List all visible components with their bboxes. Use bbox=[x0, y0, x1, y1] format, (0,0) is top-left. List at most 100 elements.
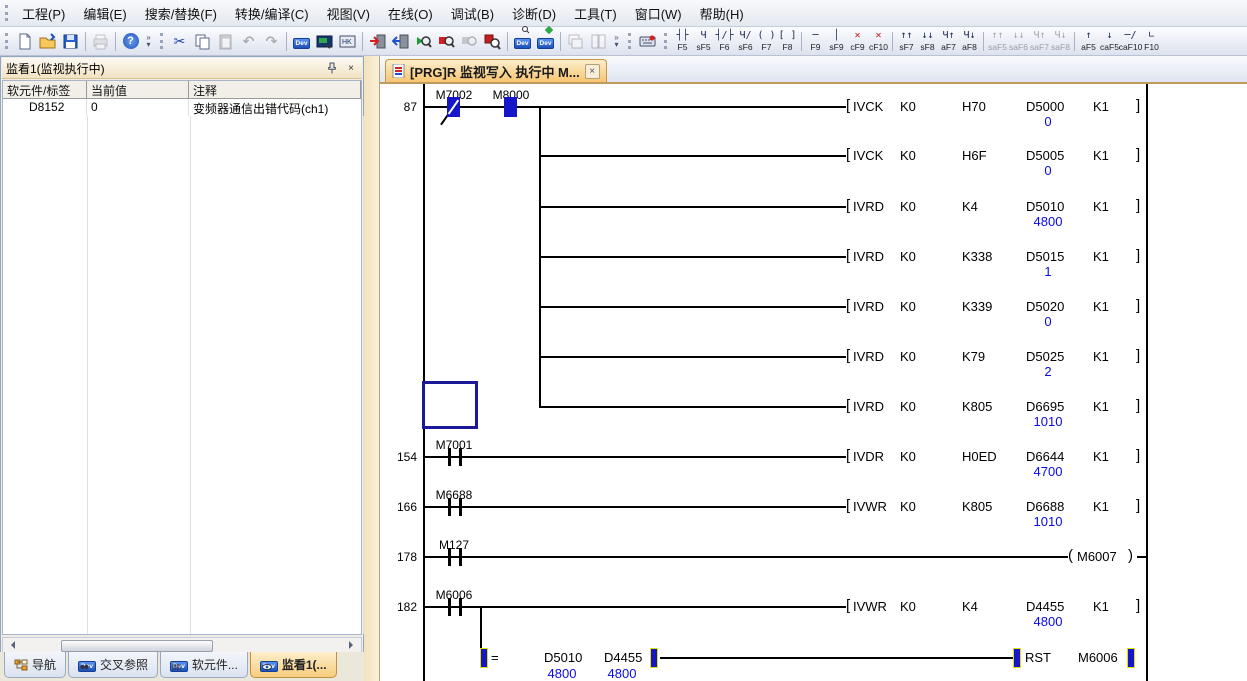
menu-tools[interactable]: 工具(T) bbox=[565, 0, 626, 27]
window-tile-button[interactable] bbox=[587, 30, 610, 53]
fkey-falling-pulse-negated[interactable]: ↓↓saF6 bbox=[1008, 28, 1029, 55]
instruction-op[interactable]: IVRD bbox=[853, 349, 884, 364]
fkey-invert-down[interactable]: ↓caF5 bbox=[1099, 28, 1120, 55]
monitor-test-button[interactable] bbox=[481, 30, 504, 53]
instruction-arg[interactable]: K1 bbox=[1093, 349, 1109, 364]
rst-arg[interactable]: M6006 bbox=[1078, 650, 1118, 665]
contact-no-energized[interactable] bbox=[504, 97, 517, 117]
fkey-horizontal-line[interactable]: ─F9 bbox=[805, 28, 826, 55]
contact-no[interactable] bbox=[459, 598, 462, 616]
instruction-arg[interactable]: D6644 bbox=[1026, 449, 1064, 464]
instruction-arg[interactable]: K0 bbox=[900, 399, 916, 414]
save-button[interactable] bbox=[59, 30, 82, 53]
instruction-arg[interactable]: D5025 bbox=[1026, 349, 1064, 364]
menu-project[interactable]: 工程(P) bbox=[13, 0, 74, 27]
tab-device-batch-monitor[interactable]: Dev 软元件... bbox=[160, 652, 248, 678]
instruction-op[interactable]: IVRD bbox=[853, 399, 884, 414]
instruction-arg[interactable]: K1 bbox=[1093, 199, 1109, 214]
help-button[interactable]: ? bbox=[119, 30, 142, 53]
redo-button[interactable]: ↷ bbox=[260, 30, 283, 53]
tab-navigation[interactable]: 导航 bbox=[4, 652, 66, 678]
compare-arg[interactable]: D5010 bbox=[544, 650, 582, 665]
fkey-coil[interactable]: ( )F7 bbox=[756, 28, 777, 55]
instruction-arg[interactable]: K0 bbox=[900, 148, 916, 163]
instruction-op[interactable]: IVRD bbox=[853, 199, 884, 214]
instruction-op[interactable]: IVWR bbox=[853, 499, 887, 514]
toolbar-grip[interactable] bbox=[5, 33, 8, 49]
copy-button[interactable] bbox=[191, 30, 214, 53]
instruction-arg[interactable]: K1 bbox=[1093, 449, 1109, 464]
instruction-arg[interactable]: K0 bbox=[900, 99, 916, 114]
fkey-invert-result[interactable]: ─/caF10 bbox=[1120, 28, 1141, 55]
instruction-arg[interactable]: K0 bbox=[900, 499, 916, 514]
panel-splitter[interactable] bbox=[364, 56, 380, 681]
scroll-left-button[interactable] bbox=[3, 638, 19, 652]
contact-nc-energized[interactable] bbox=[447, 97, 460, 117]
watch-value-cell[interactable]: 0 bbox=[87, 99, 189, 116]
fkey-delete-vertical-line[interactable]: ✕cF10 bbox=[868, 28, 889, 55]
watch-row[interactable]: D8152 0 变频器通信出错代码(ch1) bbox=[3, 99, 361, 116]
instruction-arg[interactable]: K339 bbox=[962, 299, 992, 314]
fkey-rising-pulse[interactable]: ↑↑sF7 bbox=[896, 28, 917, 55]
instruction-arg[interactable]: D5020 bbox=[1026, 299, 1064, 314]
cut-button[interactable]: ✂ bbox=[168, 30, 191, 53]
contact-no[interactable] bbox=[459, 548, 462, 566]
contact-no[interactable] bbox=[448, 498, 451, 516]
instruction-arg[interactable]: K1 bbox=[1093, 399, 1109, 414]
fkey-closed-contact[interactable]: ┤/├F6 bbox=[714, 28, 735, 55]
instruction-arg[interactable]: K0 bbox=[900, 449, 916, 464]
compare-arg[interactable]: D4455 bbox=[604, 650, 642, 665]
watch-device-cell[interactable]: D8152 bbox=[3, 99, 87, 116]
monitor-pause-button[interactable] bbox=[458, 30, 481, 53]
instruction-arg[interactable]: K4 bbox=[962, 599, 978, 614]
instruction-arg[interactable]: H0ED bbox=[962, 449, 997, 464]
horizontal-scrollbar[interactable] bbox=[2, 637, 362, 653]
undo-button[interactable]: ↶ bbox=[237, 30, 260, 53]
fkey-parallel-falling-pulse[interactable]: Ч↓aF8 bbox=[959, 28, 980, 55]
contact-no[interactable] bbox=[448, 548, 451, 566]
instruction-arg[interactable]: K1 bbox=[1093, 99, 1109, 114]
instruction-op[interactable]: IVDR bbox=[853, 449, 884, 464]
instruction-arg[interactable]: K805 bbox=[962, 499, 992, 514]
window-cascade-button[interactable] bbox=[564, 30, 587, 53]
instruction-arg[interactable]: D6695 bbox=[1026, 399, 1064, 414]
fkey-draw-line[interactable]: ∟F10 bbox=[1141, 28, 1162, 55]
toolbar-grip[interactable] bbox=[628, 33, 631, 49]
instruction-arg[interactable]: K1 bbox=[1093, 299, 1109, 314]
fkey-open-contact[interactable]: ┤├F5 bbox=[672, 28, 693, 55]
fkey-vertical-line[interactable]: │sF9 bbox=[826, 28, 847, 55]
instruction-arg[interactable]: K805 bbox=[962, 399, 992, 414]
instruction-arg[interactable]: K0 bbox=[900, 199, 916, 214]
instruction-arg[interactable]: K1 bbox=[1093, 599, 1109, 614]
menu-debug[interactable]: 调试(B) bbox=[442, 0, 503, 27]
monitor-start-button[interactable] bbox=[412, 30, 435, 53]
instruction-arg[interactable]: D5010 bbox=[1026, 199, 1064, 214]
fkey-parallel-falling-negated[interactable]: Ч↓saF8 bbox=[1050, 28, 1071, 55]
close-panel-button[interactable]: × bbox=[343, 61, 359, 76]
instruction-op[interactable]: IVRD bbox=[853, 249, 884, 264]
device-comment-button[interactable]: Dev bbox=[290, 30, 313, 53]
toolbar-grip[interactable] bbox=[160, 33, 163, 49]
contact-no[interactable] bbox=[459, 448, 462, 466]
instruction-op[interactable]: IVWR bbox=[853, 599, 887, 614]
instruction-arg[interactable]: H6F bbox=[962, 148, 987, 163]
tab-cross-reference[interactable]: Dev 交叉参照 bbox=[68, 652, 158, 678]
instruction-arg[interactable]: K4 bbox=[962, 199, 978, 214]
fkey-falling-pulse[interactable]: ↓↓sF8 bbox=[917, 28, 938, 55]
instruction-arg[interactable]: K0 bbox=[900, 349, 916, 364]
fkey-parallel-closed-contact[interactable]: Ч/sF6 bbox=[735, 28, 756, 55]
menu-diagnose[interactable]: 诊断(D) bbox=[503, 0, 565, 27]
tab-program-editor[interactable]: [PRG]R 监视写入 执行中 M... × bbox=[385, 59, 607, 82]
menu-view[interactable]: 视图(V) bbox=[318, 0, 379, 27]
instruction-arg[interactable]: D4455 bbox=[1026, 599, 1064, 614]
toolbar-grip[interactable] bbox=[5, 5, 8, 21]
fkey-delete-horizontal-line[interactable]: ✕cF9 bbox=[847, 28, 868, 55]
device-display-button[interactable]: Dev bbox=[511, 30, 534, 53]
instruction-op[interactable]: IVRD bbox=[853, 299, 884, 314]
fkey-application-instruction[interactable]: [ ]F8 bbox=[777, 28, 798, 55]
menu-find[interactable]: 搜索/替换(F) bbox=[136, 0, 226, 27]
scroll-right-button[interactable] bbox=[345, 638, 361, 652]
pin-panel-button[interactable] bbox=[324, 61, 340, 76]
compare-operator[interactable]: = bbox=[491, 650, 499, 665]
instruction-arg[interactable]: K1 bbox=[1093, 499, 1109, 514]
